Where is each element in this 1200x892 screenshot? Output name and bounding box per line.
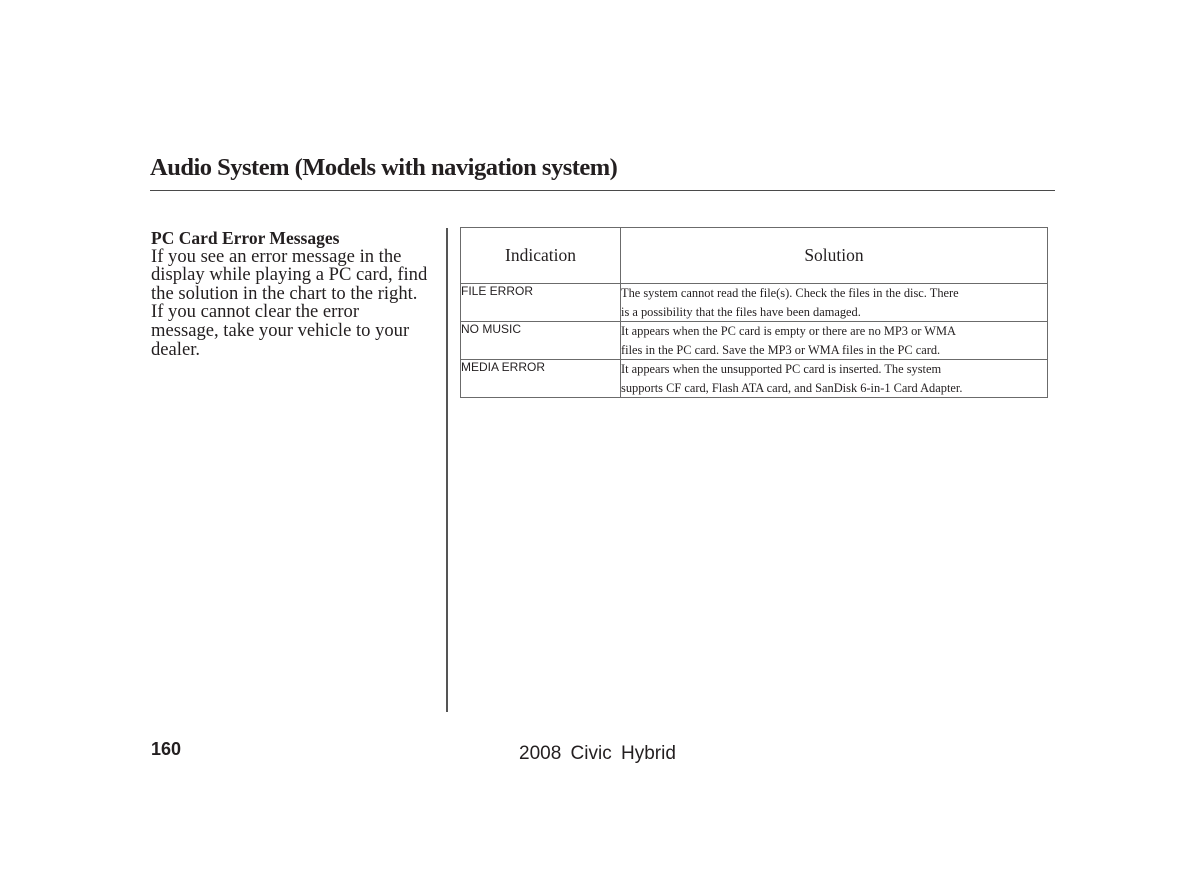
table-row: NO MUSIC It appears when the PC card is … [460, 321, 1048, 360]
page-number: 160 [151, 739, 182, 759]
column-divider [446, 228, 448, 712]
solution-cell: It appears when the unsupported PC card … [620, 359, 1048, 398]
table-row: MEDIA ERROR It appears when the unsuppor… [460, 359, 1048, 398]
solution-cell: It appears when the PC card is empty or … [620, 321, 1048, 360]
indication-cell: MEDIA ERROR [460, 359, 621, 398]
indication-cell: FILE ERROR [460, 283, 621, 322]
table-row: FILE ERROR The system cannot read the fi… [460, 283, 1048, 322]
indication-cell: NO MUSIC [460, 321, 621, 360]
header-solution: Solution [620, 227, 1048, 284]
table-header-row: Indication Solution [460, 227, 1048, 284]
section-heading: PC Card Error Messages [151, 228, 340, 248]
header-indication: Indication [460, 227, 621, 284]
error-messages-table: Indication Solution FILE ERROR The syste… [460, 227, 1048, 398]
footer-model-title: 2008 Civic Hybrid [519, 743, 676, 764]
intro-column: PC Card Error Messages If you see an err… [151, 229, 441, 359]
page-title: Audio System (Models with navigation sys… [150, 154, 618, 181]
intro-paragraph: If you see an error message in the displ… [151, 245, 428, 360]
solution-cell: The system cannot read the file(s). Chec… [620, 283, 1048, 322]
title-divider [150, 190, 1055, 191]
